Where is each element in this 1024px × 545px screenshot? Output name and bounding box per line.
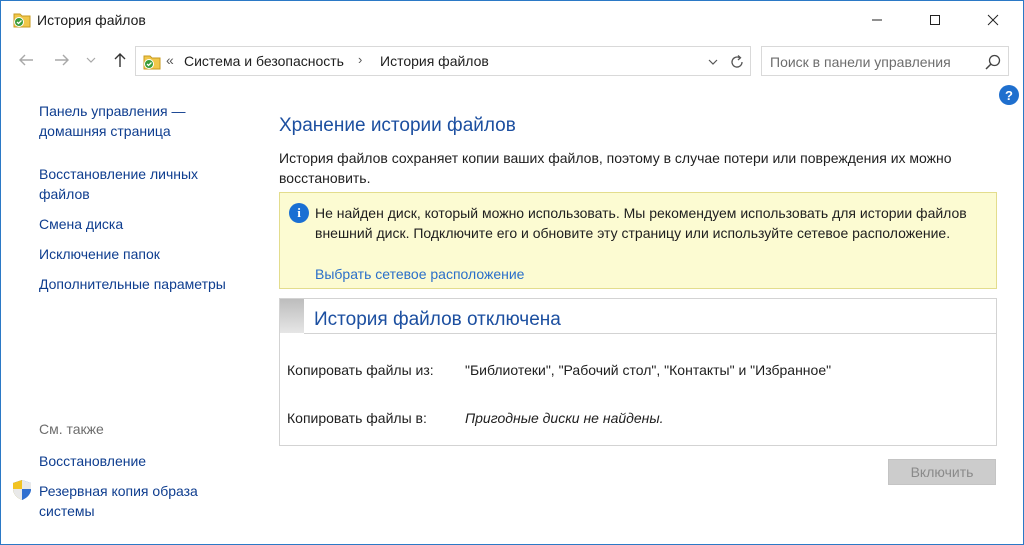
breadcrumb-file-history[interactable]: История файлов [380, 53, 489, 69]
file-history-location-icon [143, 55, 161, 70]
help-button[interactable]: ? [999, 85, 1019, 105]
close-button[interactable] [970, 1, 1016, 39]
select-network-location-link[interactable]: Выбрать сетевое расположение [315, 266, 524, 282]
recent-locations-button[interactable] [83, 49, 99, 71]
system-image-backup-link[interactable]: Резервная копия образа системы [39, 481, 239, 521]
copy-to-label: Копировать файлы в: [287, 410, 427, 426]
notice-text: Не найден диск, который можно использова… [315, 205, 967, 241]
minimize-button[interactable] [854, 1, 900, 39]
arrow-up-icon [114, 53, 126, 67]
status-title: История файлов отключена [314, 309, 561, 330]
address-bar[interactable]: « Система и безопасность › История файло… [135, 46, 751, 76]
breadcrumb-separator[interactable]: › [358, 52, 362, 67]
refresh-icon [731, 55, 743, 68]
search-input[interactable] [770, 52, 970, 72]
arrow-left-icon [19, 54, 33, 66]
restore-personal-files-link[interactable]: Восстановление личных файлов [39, 164, 229, 204]
page-description: История файлов сохраняет копии ваших фай… [279, 150, 952, 186]
address-dropdown-button[interactable] [704, 54, 722, 70]
file-history-app-icon [13, 13, 31, 28]
recovery-link[interactable]: Восстановление [39, 451, 146, 471]
chevron-down-icon [708, 59, 718, 65]
title-bar: История файлов [1, 1, 1023, 39]
forward-button[interactable] [51, 49, 73, 71]
navigation-bar: « Система и безопасность › История файло… [1, 43, 1023, 79]
info-icon: i [289, 203, 309, 223]
search-box[interactable] [761, 46, 1009, 76]
page-title: Хранение истории файлов [279, 115, 516, 136]
close-icon [987, 14, 999, 26]
enable-button[interactable]: Включить [888, 459, 996, 485]
status-divider [304, 333, 996, 334]
see-also-label: См. также [39, 421, 104, 437]
no-drive-notice: i Не найден диск, который можно использо… [279, 192, 997, 289]
copy-to-value: Пригодные диски не найдены. [465, 410, 664, 426]
up-button[interactable] [109, 49, 131, 71]
advanced-settings-link[interactable]: Дополнительные параметры [39, 274, 226, 294]
file-history-window: История файлов « Система и безопасность … [0, 0, 1024, 545]
uac-shield-icon [13, 480, 31, 500]
maximize-icon [930, 15, 940, 25]
window-title: История файлов [37, 12, 146, 28]
chevron-down-icon [86, 57, 96, 63]
status-indicator-bar [280, 299, 304, 333]
copy-from-value: "Библиотеки", "Рабочий стол", "Контакты"… [465, 362, 832, 378]
back-button[interactable] [15, 49, 37, 71]
maximize-button[interactable] [912, 1, 958, 39]
control-panel-home-link[interactable]: Панель управления — домашняя страница [39, 101, 229, 141]
minimize-icon [872, 19, 882, 21]
select-drive-link[interactable]: Смена диска [39, 214, 123, 234]
search-icon[interactable] [984, 53, 1002, 71]
breadcrumb-system-security[interactable]: Система и безопасность [184, 53, 344, 69]
status-panel: История файлов отключена Копировать файл… [279, 298, 997, 446]
copy-from-label: Копировать файлы из: [287, 362, 434, 378]
overflow-chevron[interactable]: « [166, 52, 174, 68]
arrow-right-icon [55, 54, 69, 66]
refresh-button[interactable] [726, 52, 748, 72]
exclude-folders-link[interactable]: Исключение папок [39, 244, 160, 264]
